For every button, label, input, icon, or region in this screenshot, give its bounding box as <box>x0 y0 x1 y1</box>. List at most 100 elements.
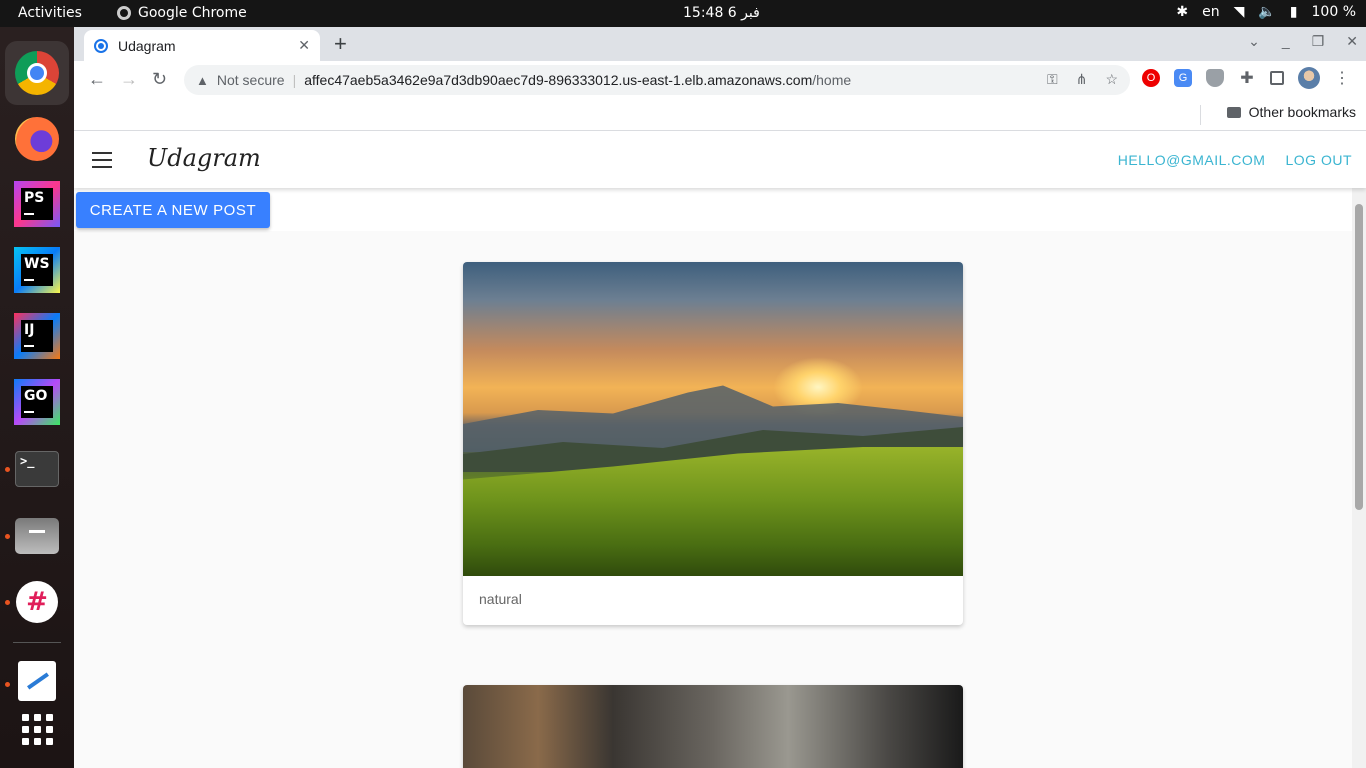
dock-slack[interactable]: # <box>13 578 61 626</box>
webstorm-icon: WS <box>14 247 60 293</box>
bookmarks-divider <box>1200 105 1201 125</box>
url-host: affec47aeb5a3462e9a7d3db90aec7d9-8963330… <box>304 72 813 88</box>
dock-files[interactable] <box>13 512 61 560</box>
page-scrollbar[interactable] <box>1352 188 1366 768</box>
post-caption: natural <box>479 591 522 607</box>
new-tab-button[interactable]: + <box>334 31 347 57</box>
dock-terminal[interactable]: >_ <box>13 445 61 493</box>
puzzle-extensions-icon[interactable]: ✚ <box>1238 69 1256 87</box>
dock-firefox[interactable] <box>13 115 61 163</box>
chrome-icon <box>15 51 59 95</box>
address-separator: | <box>292 72 297 88</box>
chrome-app-icon <box>117 6 131 20</box>
menu-icon[interactable] <box>92 152 112 173</box>
share-icon[interactable]: ⋔ <box>1076 71 1088 88</box>
post-card <box>463 685 963 768</box>
header-nav: HELLO@GMAIL.COM LOG OUT <box>1118 152 1352 168</box>
browser-window: Udagram ✕ + ⌄ _ ❐ ✕ ← → ↻ ▲ Not secure |… <box>74 27 1366 768</box>
post-image <box>463 685 963 768</box>
goland-icon: GO <box>14 379 60 425</box>
files-icon <box>15 518 59 554</box>
slack-icon: # <box>16 581 58 623</box>
tab-strip: Udagram ✕ + ⌄ _ ❐ ✕ <box>74 27 1366 61</box>
scrollbar-thumb[interactable] <box>1355 204 1363 510</box>
dock: PS WS IJ GO >_ # <box>0 27 74 768</box>
reload-icon[interactable]: ↻ <box>152 69 167 90</box>
tab-title: Udagram <box>118 37 176 54</box>
back-icon[interactable]: ← <box>88 69 106 90</box>
favicon-icon <box>94 38 108 53</box>
clock[interactable]: 15:48 6 فبر <box>683 5 760 21</box>
close-window-icon[interactable]: ✕ <box>1346 33 1358 50</box>
running-indicator <box>5 600 10 605</box>
bookmarks-bar: Other bookmarks <box>74 99 1366 131</box>
system-tray[interactable]: ✱ en ◥ 🔈 ▮ 100 % <box>1176 4 1356 20</box>
dock-show-apps[interactable] <box>13 705 61 753</box>
brand-title[interactable]: Udagram <box>147 144 261 172</box>
post-image <box>463 262 963 576</box>
webstorm-label: WS <box>24 256 50 272</box>
window-controls: ⌄ _ ❐ ✕ <box>1248 33 1358 50</box>
close-tab-icon[interactable]: ✕ <box>298 37 310 54</box>
phpstorm-label: PS <box>24 190 45 206</box>
tab-search-icon[interactable]: ⌄ <box>1248 33 1260 50</box>
other-bookmarks-button[interactable]: Other bookmarks <box>1226 104 1356 120</box>
password-key-icon[interactable]: ⚿ <box>1047 71 1058 88</box>
goland-label: GO <box>24 388 48 404</box>
running-indicator <box>5 682 10 687</box>
minimize-icon[interactable]: _ <box>1282 33 1290 50</box>
omnibox-actions: ⚿ ⋔ ☆ <box>1047 71 1118 88</box>
web-page: Udagram HELLO@GMAIL.COM LOG OUT CREATE A… <box>74 132 1366 768</box>
app-menu-label: Google Chrome <box>138 5 247 21</box>
terminal-icon: >_ <box>15 451 59 487</box>
app-menu[interactable]: Google Chrome <box>117 5 247 21</box>
firefox-icon <box>15 117 59 161</box>
battery-icon[interactable]: ▮ <box>1290 4 1298 20</box>
folder-icon <box>1226 106 1241 118</box>
show-apps-icon <box>21 713 53 745</box>
battery-percent: 100 % <box>1311 4 1356 20</box>
profile-avatar[interactable] <box>1298 67 1320 89</box>
intellij-label: IJ <box>24 322 35 338</box>
side-panel-icon[interactable] <box>1270 71 1284 85</box>
dock-webstorm[interactable]: WS <box>13 246 61 294</box>
wifi-icon[interactable]: ◥ <box>1234 4 1245 20</box>
post-card: natural <box>463 262 963 625</box>
create-post-bar: CREATE A NEW POST <box>74 188 1352 231</box>
create-post-button[interactable]: CREATE A NEW POST <box>76 192 270 228</box>
dock-goland[interactable]: GO <box>13 378 61 426</box>
bookmark-star-icon[interactable]: ☆ <box>1105 71 1118 88</box>
app-header: Udagram HELLO@GMAIL.COM LOG OUT <box>74 132 1366 188</box>
user-email-link[interactable]: HELLO@GMAIL.COM <box>1118 152 1266 168</box>
dock-text-editor[interactable] <box>13 657 61 705</box>
menu-kebab-icon[interactable]: ⋮ <box>1334 68 1350 88</box>
running-indicator <box>5 534 10 539</box>
dock-phpstorm[interactable]: PS <box>13 180 61 228</box>
system-top-bar: Activities Google Chrome 15:48 6 فبر ✱ e… <box>0 0 1366 27</box>
logout-link[interactable]: LOG OUT <box>1285 152 1352 168</box>
restore-icon[interactable]: ❐ <box>1312 33 1325 50</box>
text-editor-icon <box>18 661 56 701</box>
phpstorm-icon: PS <box>14 181 60 227</box>
activities-button[interactable]: Activities <box>18 5 82 21</box>
not-secure-label[interactable]: Not secure <box>217 72 285 88</box>
warning-icon[interactable]: ▲ <box>196 73 209 88</box>
translate-extension-icon[interactable]: G <box>1174 69 1192 87</box>
shield-extension-icon[interactable] <box>1206 69 1224 87</box>
forward-icon[interactable]: → <box>120 69 138 90</box>
browser-toolbar: ← → ↻ ▲ Not secure | affec47aeb5a3462e9a… <box>74 61 1366 99</box>
slack-tray-icon[interactable]: ✱ <box>1176 4 1188 20</box>
url-path: /home <box>812 72 852 88</box>
tab-udagram[interactable]: Udagram ✕ <box>84 30 320 61</box>
opera-extension-icon[interactable]: O <box>1142 69 1160 87</box>
address-bar[interactable]: ▲ Not secure | affec47aeb5a3462e9a7d3db9… <box>184 65 1130 95</box>
running-indicator <box>5 467 10 472</box>
intellij-icon: IJ <box>14 313 60 359</box>
dock-chrome[interactable] <box>5 41 69 105</box>
extensions-area: O G ✚ ⋮ <box>1142 67 1350 89</box>
dock-intellij[interactable]: IJ <box>13 312 61 360</box>
other-bookmarks-label: Other bookmarks <box>1248 104 1356 120</box>
keyboard-language[interactable]: en <box>1202 4 1220 20</box>
dock-separator <box>13 642 61 643</box>
volume-icon[interactable]: 🔈 <box>1258 4 1275 20</box>
